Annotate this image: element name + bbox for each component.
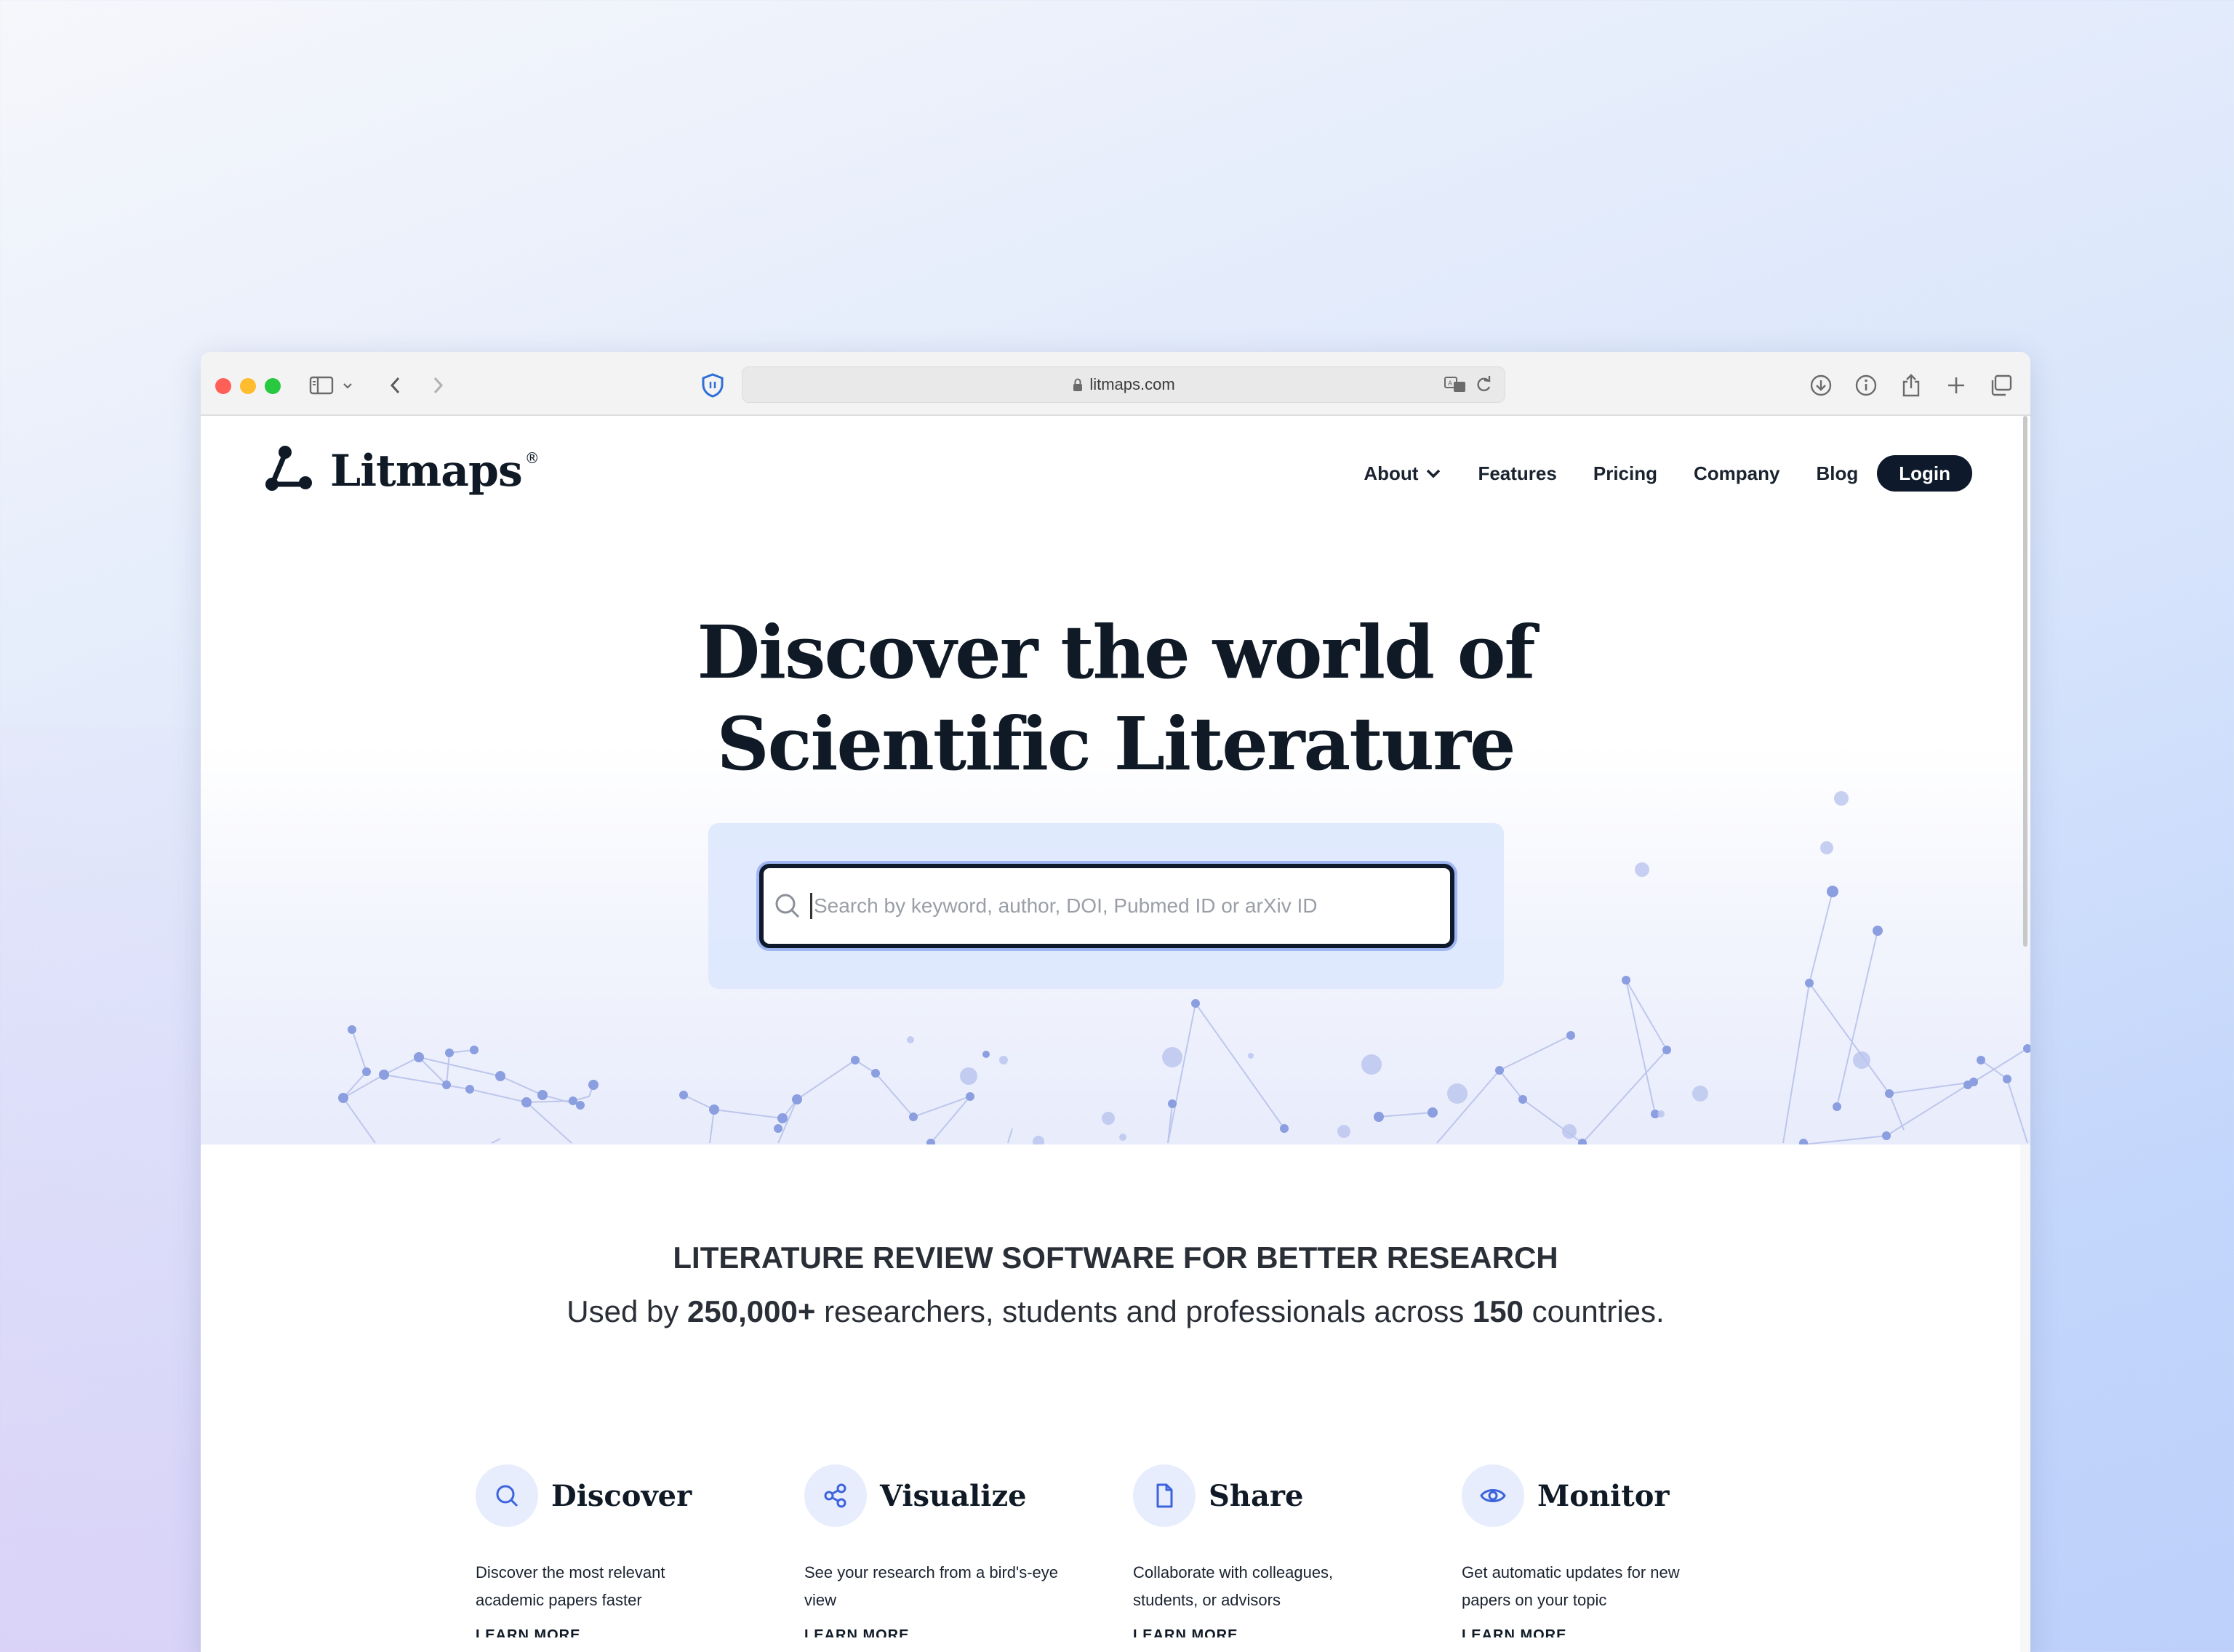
chevron-down-icon[interactable] (339, 369, 356, 401)
new-tab-icon[interactable] (1940, 369, 1972, 401)
feature-title: Visualize (880, 1478, 1027, 1513)
nav-about[interactable]: About (1364, 462, 1441, 485)
usage-suffix: countries. (1523, 1294, 1665, 1328)
usage-middle: researchers, students and professionals … (815, 1294, 1473, 1328)
registered-mark: ® (524, 449, 540, 467)
lock-icon (1072, 377, 1084, 392)
feature-description: See your research from a bird's-eye view (804, 1563, 1059, 1609)
feature-discover: Discover Discover the most relevant acad… (476, 1463, 766, 1637)
nav-features[interactable]: Features (1478, 462, 1556, 485)
nav-blog[interactable]: Blog (1816, 462, 1858, 485)
country-count: 150 (1472, 1294, 1524, 1328)
hero-title-line-1: Discover the world of (697, 609, 1535, 695)
sidebar-toggle-icon[interactable] (305, 369, 337, 401)
search-panel (708, 823, 1504, 989)
learn-more-link[interactable]: LEARN MORE (1133, 1627, 1424, 1637)
vertical-scrollbar-thumb[interactable] (2023, 416, 2027, 947)
hero-section: Litmaps ® About Features Pricing Company… (201, 416, 2030, 1144)
info-icon[interactable] (1850, 369, 1882, 401)
brand-name: Litmaps (330, 446, 523, 497)
back-icon[interactable] (380, 369, 412, 401)
svg-text:A: A (1448, 380, 1453, 388)
privacy-shield-icon[interactable] (697, 369, 729, 401)
learn-more-link[interactable]: LEARN MORE (1462, 1627, 1753, 1637)
browser-window: litmaps.com A Litmaps ® About Features P… (201, 352, 2030, 1652)
feature-monitor: Monitor Get automatic updates for new pa… (1462, 1463, 1753, 1637)
hero-title-line-2: Scientific Literature (716, 701, 1516, 787)
feature-title: Share (1209, 1478, 1304, 1513)
close-window-button[interactable] (215, 378, 231, 394)
feature-visualize: Visualize See your research from a bird'… (804, 1463, 1095, 1637)
hero-title: Discover the world of Scientific Literat… (201, 606, 2030, 790)
web-page: Litmaps ® About Features Pricing Company… (201, 416, 2030, 1652)
share-icon[interactable] (1895, 369, 1927, 401)
nav-company[interactable]: Company (1694, 462, 1779, 485)
usage-prefix: Used by (566, 1294, 688, 1328)
zoom-window-button[interactable] (265, 378, 281, 394)
reload-icon[interactable] (1474, 374, 1493, 399)
feature-title: Monitor (1537, 1478, 1670, 1513)
nav-about-label: About (1364, 462, 1419, 484)
user-count: 250,000+ (687, 1294, 816, 1328)
forward-icon[interactable] (422, 369, 454, 401)
main-nav: About Features Pricing Company Blog Logi… (1327, 455, 1972, 492)
document-icon (1133, 1464, 1196, 1527)
address-bar[interactable]: litmaps.com A (742, 366, 1505, 403)
feature-description: Collaborate with colleagues, students, o… (1133, 1563, 1334, 1609)
feature-description: Get automatic updates for new papers on … (1462, 1563, 1680, 1609)
litmaps-logo-icon (263, 445, 314, 500)
brand-logo[interactable]: Litmaps ® (263, 445, 540, 500)
section-tagline: LITERATURE REVIEW SOFTWARE FOR BETTER RE… (673, 1240, 1558, 1275)
eye-icon (1462, 1464, 1524, 1527)
tab-overview-icon[interactable] (1985, 369, 2017, 401)
nav-pricing[interactable]: Pricing (1593, 462, 1657, 485)
downloads-icon[interactable] (1805, 369, 1837, 401)
share-nodes-icon (804, 1464, 867, 1527)
translate-icon[interactable]: A (1444, 374, 1467, 399)
minimize-window-button[interactable] (240, 378, 256, 394)
feature-title: Discover (551, 1478, 692, 1513)
feature-list: Discover Discover the most relevant acad… (476, 1463, 1785, 1652)
login-button[interactable]: Login (1877, 455, 1972, 492)
feature-share: Share Collaborate with colleagues, stude… (1133, 1463, 1424, 1637)
usage-statement: Used by 250,000+ researchers, students a… (201, 1294, 2030, 1329)
search-icon (774, 892, 801, 920)
search-box[interactable] (759, 864, 1454, 948)
chevron-down-icon (1425, 468, 1441, 478)
feature-description: Discover the most relevant academic pape… (476, 1563, 665, 1609)
learn-more-link[interactable]: LEARN MORE (476, 1627, 766, 1637)
learn-more-link[interactable]: LEARN MORE (804, 1627, 1095, 1637)
browser-toolbar: litmaps.com A (201, 352, 2030, 416)
search-icon (476, 1464, 538, 1527)
url-text: litmaps.com (1089, 375, 1175, 393)
search-input[interactable] (810, 893, 1436, 919)
